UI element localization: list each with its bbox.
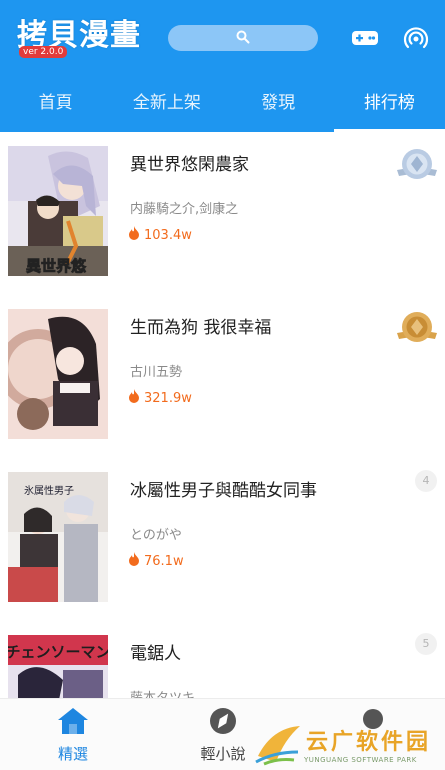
gamepad-icon[interactable]: [350, 24, 380, 52]
search-bar[interactable]: [168, 25, 318, 51]
rank-number-badge: 4: [415, 470, 437, 492]
watermark-text: 云广软件园: [306, 729, 432, 755]
comic-author: 内藤騎之介,剑康之: [130, 202, 239, 217]
comic-cover[interactable]: チェンソーマン: [8, 635, 108, 698]
watermark-subtext: YUNGUANG SOFTWARE PARK: [304, 756, 417, 764]
comic-cover[interactable]: 異世界悠: [8, 146, 108, 276]
heat-value: 76.1w: [144, 553, 184, 569]
comic-author: とのがや: [130, 528, 182, 543]
comic-author: 藤本タツキ: [130, 687, 195, 698]
home-icon: [57, 708, 89, 739]
comic-cover[interactable]: [8, 309, 108, 439]
comic-title[interactable]: 異世界悠閑農家: [130, 150, 249, 175]
list-item[interactable]: 生而為狗 我很幸福 古川五勢 321.9w: [0, 295, 445, 445]
heat-count: 76.1w: [128, 552, 184, 570]
nav-featured[interactable]: 精選: [28, 707, 118, 764]
cover-title-text: 異世界悠: [26, 257, 87, 275]
comic-cover[interactable]: 氷属性男子: [8, 472, 108, 602]
comic-title[interactable]: 冰屬性男子與酷酷女同事: [130, 476, 317, 501]
silver-medal-icon: [395, 144, 439, 184]
cover-title-text: チェンソーマン: [8, 643, 108, 661]
app-header: 拷貝漫畫 ver 2.0.0 首頁 全新上架 發現 排行榜: [0, 0, 445, 132]
rank-number-badge: 5: [415, 633, 437, 655]
list-item[interactable]: 異世界悠 異世界悠閑農家 内藤騎之介,剑康之 103.4w: [0, 132, 445, 282]
version-badge: ver 2.0.0: [19, 46, 68, 58]
tab-home[interactable]: 首頁: [0, 80, 111, 132]
main-tabs: 首頁 全新上架 發現 排行榜: [0, 80, 445, 132]
comic-author: 古川五勢: [130, 365, 183, 380]
watermark-logo-icon: [255, 726, 300, 766]
app-logo: 拷貝漫畫 ver 2.0.0: [17, 18, 141, 60]
cover-title-text: 氷属性男子: [24, 484, 74, 497]
tab-rankings[interactable]: 排行榜: [333, 80, 445, 132]
flame-icon: [128, 226, 140, 244]
heat-count: 321.9w: [128, 389, 192, 407]
broadcast-icon[interactable]: [401, 24, 431, 52]
list-item[interactable]: チェンソーマン 電鋸人 藤本タツキ 5: [0, 621, 445, 698]
compass-icon: [208, 708, 238, 739]
heat-value: 321.9w: [144, 390, 192, 406]
comic-title[interactable]: 電鋸人: [130, 639, 181, 664]
tab-new-releases[interactable]: 全新上架: [111, 80, 222, 132]
watermark: 云广软件园 YUNGUANG SOFTWARE PARK: [248, 718, 445, 770]
ranking-list[interactable]: 異世界悠 異世界悠閑農家 内藤騎之介,剑康之 103.4w 生而為狗 我很幸福 …: [0, 132, 445, 698]
heat-count: 103.4w: [128, 226, 192, 244]
nav-featured-label: 精選: [57, 745, 88, 763]
flame-icon: [128, 389, 140, 407]
bronze-medal-icon: [395, 307, 439, 347]
search-icon: [236, 29, 250, 48]
flame-icon: [128, 552, 140, 570]
heat-value: 103.4w: [144, 227, 192, 243]
tab-discover[interactable]: 發現: [223, 80, 334, 132]
comic-title[interactable]: 生而為狗 我很幸福: [130, 313, 271, 338]
list-item[interactable]: 氷属性男子 冰屬性男子與酷酷女同事 とのがや 76.1w 4: [0, 458, 445, 608]
